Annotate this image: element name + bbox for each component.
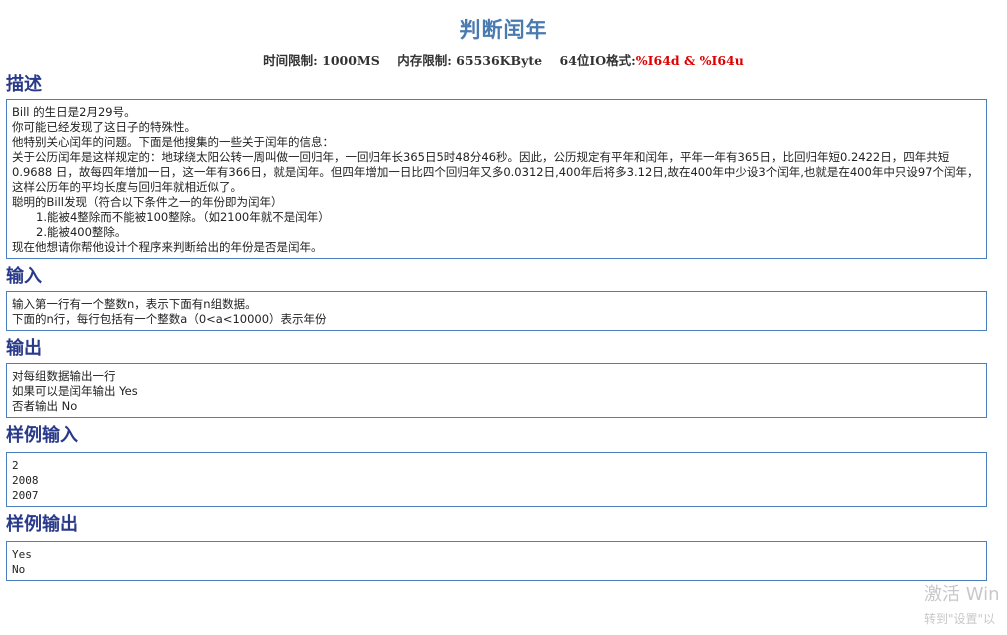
input-line: 输入第一行有一个整数n，表示下面有n组数据。: [12, 297, 257, 311]
problem-title: 判断闰年: [459, 17, 548, 42]
description-line: 聪明的Bill发现（符合以下条件之一的年份即为闰年）: [12, 195, 283, 209]
description-section: 描述 Bill 的生日是2月29号。 你可能已经发现了这日子的特殊性。 他特别关…: [6, 73, 1001, 259]
sample-input-box: 2 2008 2007: [6, 452, 987, 507]
description-line: 现在他想请你帮他设计个程序来判断给出的年份是否是闰年。: [12, 240, 323, 254]
sample-input-line: 2: [12, 459, 19, 472]
activation-watermark: 激活 Win 转到"设置"以: [924, 580, 1000, 627]
sample-input-line: 2008: [12, 474, 39, 487]
sample-input-line: 2007: [12, 489, 39, 502]
description-line: 他特别关心闰年的问题。下面是他搜集的一些关于闰年的信息：: [12, 135, 334, 149]
input-section: 输入 输入第一行有一个整数n，表示下面有n组数据。 下面的n行，每行包括有一个整…: [6, 265, 1001, 331]
output-line: 否者输出 No: [12, 399, 78, 413]
sample-output-box: Yes No: [6, 541, 987, 581]
output-heading: 输出: [6, 338, 42, 359]
description-line: 关于公历闰年是这样规定的：地球绕太阳公转一周叫做一回归年，一回归年长365日5时…: [12, 150, 979, 194]
input-heading: 输入: [6, 266, 42, 287]
output-line: 如果可以是闰年输出 Yes: [12, 384, 138, 398]
output-section: 输出 对每组数据输出一行 如果可以是闰年输出 Yes 否者输出 No: [6, 337, 1001, 418]
limits-bar: 时间限制: 1000MS 内存限制: 65536KByte 64位IO格式:%I…: [0, 50, 1007, 69]
output-line: 对每组数据输出一行: [12, 369, 116, 383]
watermark-line2: 转到"设置"以: [924, 612, 996, 626]
input-box: 输入第一行有一个整数n，表示下面有n组数据。 下面的n行，每行包括有一个整数a（…: [6, 291, 987, 331]
description-line: Bill 的生日是2月29号。: [12, 105, 136, 119]
io-format-label: 64位IO格式:: [559, 53, 636, 68]
input-line: 下面的n行，每行包括有一个整数a（0<a<10000）表示年份: [12, 312, 327, 326]
sample-output-heading: 样例输出: [6, 514, 78, 535]
description-heading: 描述: [6, 74, 42, 95]
problem-page: 判断闰年 时间限制: 1000MS 内存限制: 65536KByte 64位IO…: [0, 14, 1007, 635]
output-box: 对每组数据输出一行 如果可以是闰年输出 Yes 否者输出 No: [6, 363, 987, 418]
description-line: 你可能已经发现了这日子的特殊性。: [12, 120, 196, 134]
description-box: Bill 的生日是2月29号。 你可能已经发现了这日子的特殊性。 他特别关心闰年…: [6, 99, 987, 259]
description-rule: 1.能被4整除而不能被100整除。（如2100年就不是闰年）: [36, 210, 330, 224]
sample-input-section: 样例输入 2 2008 2007: [6, 424, 1001, 507]
description-rule: 2.能被400整除。: [36, 225, 127, 239]
io-format-value: %I64d & %I64u: [635, 53, 744, 68]
watermark-line1: 激活 Win: [924, 584, 1000, 605]
time-limit: 时间限制: 1000MS: [263, 53, 380, 68]
sample-output-line: Yes: [12, 548, 32, 561]
sample-output-line: No: [12, 563, 26, 576]
memory-limit: 内存限制: 65536KByte: [397, 53, 543, 68]
sample-input-heading: 样例输入: [6, 425, 78, 446]
sample-output-section: 样例输出 Yes No: [6, 513, 1001, 581]
